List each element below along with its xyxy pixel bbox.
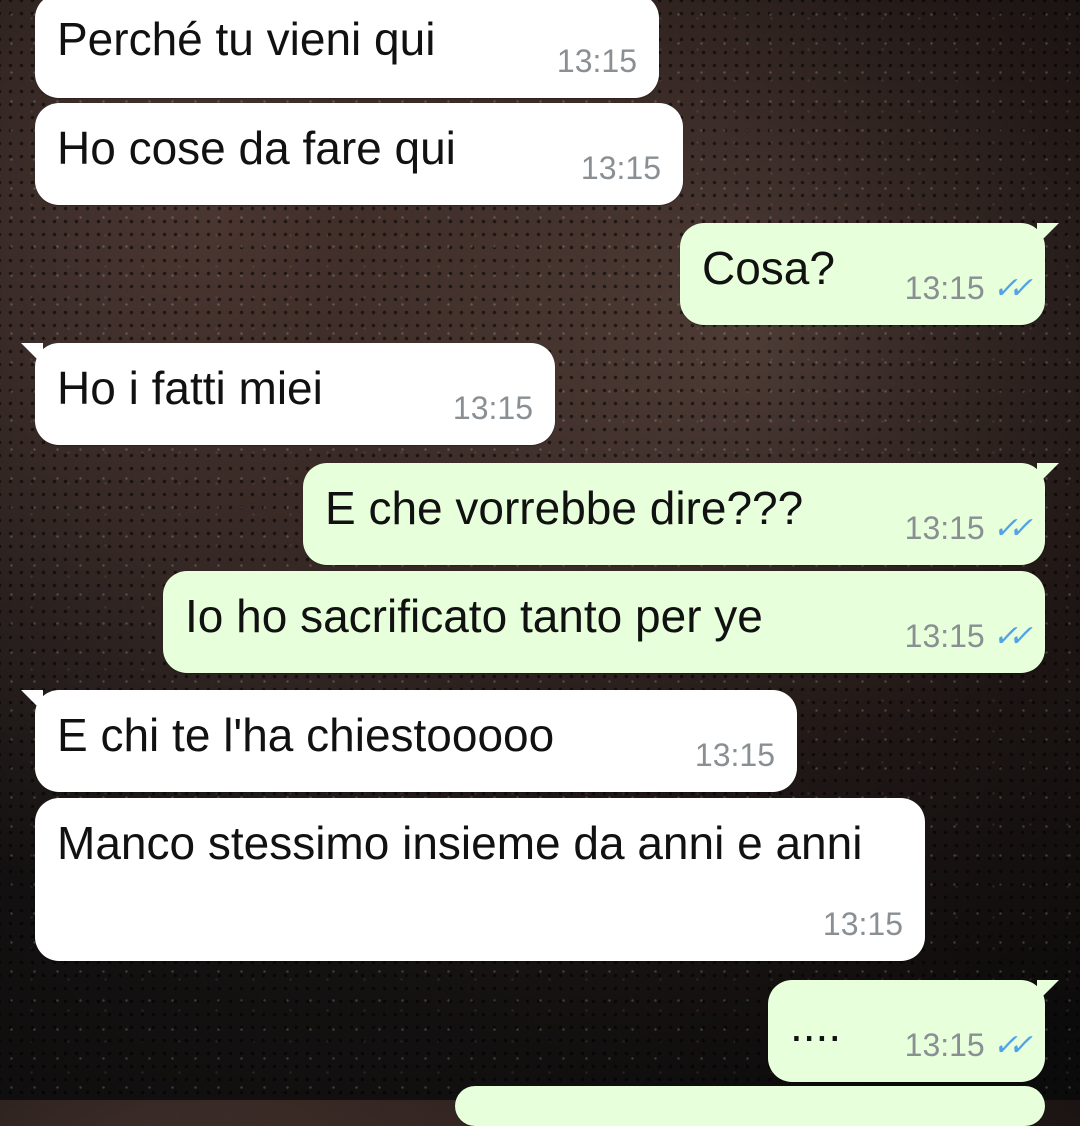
message-incoming[interactable]: E chi te l'ha chiestooooo 13:15 <box>21 690 797 792</box>
message-outgoing[interactable]: E che vorrebbe dire??? 13:15 ✓✓ <box>303 463 1059 565</box>
message-time: 13:15 <box>452 390 533 426</box>
message-text: E chi te l'ha chiestooooo <box>57 709 555 761</box>
message-text: Io ho sacrificato tanto per ye <box>185 590 763 642</box>
message-meta: 13:15 ✓✓ <box>904 1027 1033 1064</box>
message-text: Ho cose da fare qui <box>57 122 456 174</box>
message-incoming[interactable]: Ho i fatti miei 13:15 <box>21 343 555 445</box>
message-incoming[interactable]: Perché tu vieni qui 13:15 <box>35 0 659 98</box>
message-time: 13:15 <box>904 618 985 654</box>
message-outgoing[interactable]: Cosa? 13:15 ✓✓ <box>680 223 1059 325</box>
message-time: 13:15 <box>904 1027 985 1063</box>
message-text: Perché tu vieni qui <box>57 13 436 65</box>
double-check-icon: ✓✓ <box>992 1029 1033 1062</box>
message-meta: 13:15 <box>695 737 775 774</box>
message-time: 13:15 <box>822 906 903 942</box>
message-outgoing[interactable]: Io ho sacrificato tanto per ye 13:15 ✓✓ <box>163 571 1045 673</box>
message-meta: 13:15 ✓✓ <box>904 270 1033 307</box>
message-time: 13:15 <box>904 510 985 546</box>
message-outgoing-partial[interactable] <box>455 1086 1045 1126</box>
message-meta: 13:15 ✓✓ <box>904 618 1033 655</box>
message-meta: 13:15 ✓✓ <box>904 510 1033 547</box>
message-meta: 13:15 <box>823 906 903 943</box>
message-time: 13:15 <box>904 270 985 306</box>
message-meta: 13:15 <box>557 43 637 80</box>
message-text: Manco stessimo insieme da anni e anni <box>57 817 863 869</box>
message-outgoing[interactable]: .... 13:15 ✓✓ <box>768 980 1059 1082</box>
message-incoming[interactable]: Manco stessimo insieme da anni e anni 13… <box>35 798 925 961</box>
message-time: 13:15 <box>580 150 661 186</box>
message-time: 13:15 <box>556 43 637 79</box>
message-incoming[interactable]: Ho cose da fare qui 13:15 <box>35 103 683 205</box>
double-check-icon: ✓✓ <box>992 272 1033 305</box>
message-meta: 13:15 <box>581 150 661 187</box>
message-meta: 13:15 <box>453 390 533 427</box>
double-check-icon: ✓✓ <box>992 512 1033 545</box>
message-time: 13:15 <box>694 737 775 773</box>
double-check-icon: ✓✓ <box>992 620 1033 653</box>
